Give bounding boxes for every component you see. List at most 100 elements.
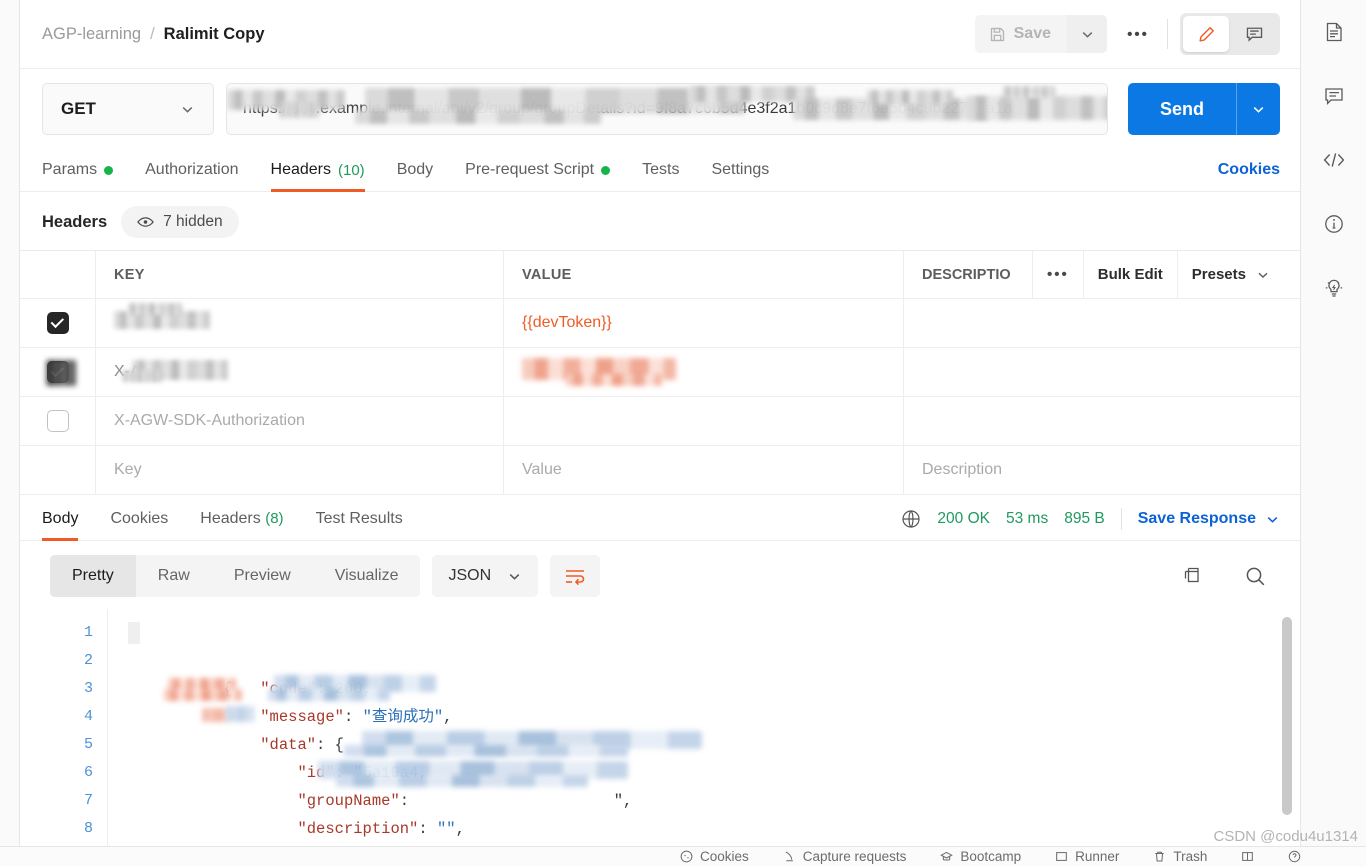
response-body-toolbar: Pretty Raw Preview Visualize JSON [20, 541, 1300, 609]
new-row-key-input[interactable]: Key [96, 446, 504, 494]
more-actions-button[interactable]: ••• [1117, 15, 1159, 53]
word-wrap-button[interactable] [550, 555, 601, 597]
bootcamp-icon [940, 850, 954, 863]
lightbulb-icon [1323, 277, 1345, 299]
code-scrollbar-track[interactable] [1282, 609, 1296, 866]
view-mode-pretty[interactable]: Pretty [50, 555, 136, 597]
send-options-button[interactable] [1236, 83, 1280, 135]
row-value-cell[interactable] [504, 397, 904, 445]
statusbar-runner-label: Runner [1075, 849, 1120, 864]
url-input[interactable]: https://dev.example.internal/api/v2/grou… [226, 83, 1108, 135]
bulk-edit-button[interactable]: Bulk Edit [1082, 250, 1177, 299]
comments-button[interactable] [1316, 78, 1352, 114]
view-mode-raw[interactable]: Raw [136, 555, 212, 597]
table-options-button[interactable]: ••• [1032, 250, 1083, 299]
tab-params[interactable]: Params [42, 161, 129, 191]
statusbar-layout[interactable] [1241, 850, 1254, 863]
row-enabled-checkbox[interactable] [46, 410, 69, 432]
chevron-down-icon [180, 102, 195, 117]
row-checkbox-cell [20, 299, 96, 347]
documentation-button[interactable] [1316, 14, 1352, 50]
column-value-label: VALUE [522, 266, 572, 283]
statusbar-cookies[interactable]: Cookies [680, 849, 749, 864]
header-value-col: VALUE [504, 251, 904, 298]
save-response-button[interactable]: Save Response [1138, 510, 1280, 528]
response-tab-headers[interactable]: Headers (8) [184, 510, 299, 540]
response-view-modes: Pretty Raw Preview Visualize [50, 555, 421, 597]
response-size: 895 B [1064, 510, 1105, 527]
table-header-row: KEY VALUE DESCRIPTIO ••• Bulk Edit Prese… [20, 250, 1300, 299]
tab-authorization[interactable]: Authorization [129, 161, 254, 191]
copy-icon[interactable] [1178, 561, 1208, 591]
code-scrollbar-thumb[interactable] [1282, 617, 1292, 815]
info-button[interactable] [1316, 206, 1352, 242]
statusbar-cookies-label: Cookies [700, 849, 749, 864]
send-button[interactable]: Send [1128, 83, 1236, 135]
row-enabled-checkbox[interactable] [46, 361, 69, 383]
help-icon [1288, 850, 1301, 863]
view-mode-preview[interactable]: Preview [212, 555, 313, 597]
row-description-cell[interactable] [904, 397, 1300, 445]
view-mode-visualize[interactable]: Visualize [313, 555, 421, 597]
params-indicator-dot [104, 165, 114, 175]
new-row-description-input[interactable]: Description [904, 446, 1300, 494]
code-icon [1322, 149, 1346, 171]
tab-tests[interactable]: Tests [626, 161, 695, 191]
code-snippet-button[interactable] [1316, 142, 1352, 178]
breadcrumb-collection[interactable]: AGP-learning [42, 25, 141, 44]
comment-mode-button[interactable] [1231, 16, 1277, 52]
row-value-cell[interactable] [504, 348, 904, 396]
method-selector[interactable]: GET [42, 83, 214, 135]
presets-button[interactable]: Presets [1176, 250, 1284, 299]
save-button[interactable]: Save [974, 15, 1067, 53]
new-row-value-placeholder: Value [522, 461, 562, 478]
hidden-headers-toggle[interactable]: 7 hidden [121, 206, 239, 238]
json-code[interactable]: { "code": 200, "message": "查询成功", "data"… [108, 609, 1300, 866]
row-key-cell[interactable] [96, 299, 504, 347]
response-tab-cookies[interactable]: Cookies [94, 510, 184, 540]
row-key-cell[interactable]: X-A [96, 348, 504, 396]
edit-mode-button[interactable] [1183, 16, 1229, 52]
tips-button[interactable] [1316, 270, 1352, 306]
response-body-viewer[interactable]: 12345678 { "code": 200, "message": "查询成功… [20, 609, 1300, 866]
globe-icon[interactable] [901, 509, 921, 529]
comment-icon [1245, 25, 1264, 44]
statusbar-help[interactable] [1288, 850, 1301, 863]
search-icon[interactable] [1240, 561, 1270, 591]
code-line: "categoryId": "e07a022150c14f29b63670396… [130, 815, 1300, 866]
tab-settings[interactable]: Settings [695, 161, 785, 191]
tab-headers[interactable]: Headers (10) [255, 161, 381, 192]
response-tab-test-results[interactable]: Test Results [300, 510, 419, 540]
statusbar-runner[interactable]: Runner [1055, 849, 1119, 864]
documentation-icon [1323, 21, 1345, 43]
save-options-button[interactable] [1067, 15, 1107, 53]
response-status: 200 OK [937, 510, 990, 527]
new-row-value-input[interactable]: Value [504, 446, 904, 494]
row-description-cell[interactable] [904, 348, 1300, 396]
row-value-cell[interactable]: {{devToken}} [504, 299, 904, 347]
response-tabs: Body Cookies Headers (8) Test Results 20… [20, 495, 1300, 541]
response-tab-body[interactable]: Body [42, 510, 94, 541]
response-body-tools [1178, 561, 1280, 591]
response-format-selector[interactable]: JSON [432, 555, 539, 597]
tab-settings-label: Settings [711, 161, 770, 178]
breadcrumb-separator: / [150, 24, 155, 43]
statusbar-capture-requests[interactable]: Capture requests [783, 849, 906, 864]
row-key-cell[interactable]: X-AGW-SDK-Authorization [96, 397, 504, 445]
breadcrumb-request[interactable]: Ralimit Copy [164, 25, 265, 44]
request-header: AGP-learning / Ralimit Copy Save ••• [20, 0, 1300, 69]
row-enabled-checkbox[interactable] [46, 312, 69, 334]
row-description-cell[interactable] [904, 299, 1300, 347]
save-group: Save [974, 15, 1107, 53]
response-meta: 200 OK 53 ms 895 B Save Response [901, 508, 1280, 540]
cookies-link[interactable]: Cookies [1218, 161, 1280, 191]
url-text: https://dev.example.internal/api/v2/grou… [243, 100, 1013, 117]
statusbar-bootcamp[interactable]: Bootcamp [940, 849, 1021, 864]
tab-body[interactable]: Body [381, 161, 449, 191]
table-new-row: Key Value Description [20, 446, 1300, 495]
headers-section-title: Headers [42, 212, 108, 231]
hidden-headers-label: 7 hidden [163, 213, 223, 230]
tab-pre-request-script[interactable]: Pre-request Script [449, 161, 626, 191]
chevron-down-icon [1256, 268, 1270, 282]
statusbar-trash[interactable]: Trash [1153, 849, 1207, 864]
